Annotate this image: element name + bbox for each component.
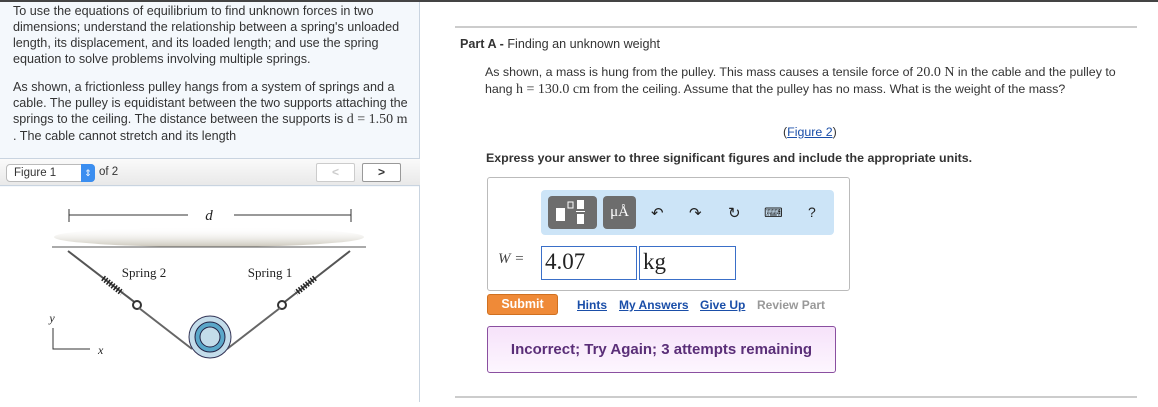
- my-answers-link[interactable]: My Answers: [619, 298, 689, 312]
- part-label: Part A -: [460, 37, 504, 51]
- d-label: d: [205, 208, 213, 224]
- answer-box: μÅ ↶ ↷ ↻ ⌨ ? W = 4.07 kg: [487, 177, 850, 291]
- help-button[interactable]: ?: [808, 204, 816, 220]
- give-up-link[interactable]: Give Up: [700, 298, 745, 312]
- axes-icon: [52, 328, 90, 350]
- y-axis-label: y: [48, 311, 55, 325]
- reset-icon[interactable]: ↻: [728, 204, 741, 222]
- cable-left: [138, 307, 193, 350]
- select-arrows-icon: ⇕: [81, 164, 95, 182]
- figure-select[interactable]: Figure 1 ⇕: [6, 164, 95, 182]
- submit-button[interactable]: Submit: [487, 294, 558, 315]
- paren-close: ): [832, 125, 837, 139]
- tension-math: 20.0 N: [916, 65, 955, 80]
- question-text: As shown, a mass is hung from the pulley…: [485, 64, 1135, 98]
- math-toolbar: μÅ ↶ ↷ ↻ ⌨ ?: [541, 190, 834, 235]
- intro-paragraph-2: As shown, a frictionless pulley hangs fr…: [13, 79, 408, 144]
- figure-image: d Spring 2 Spring 1 y x: [0, 187, 419, 404]
- distance-math: d = 1.50 m: [346, 112, 408, 127]
- ceiling: [54, 227, 364, 247]
- value-input[interactable]: 4.07: [541, 246, 637, 280]
- next-figure-button[interactable]: >: [362, 163, 401, 182]
- pulley-spring-diagram: d Spring 2 Spring 1 y x: [48, 208, 366, 359]
- instruction: Express your answer to three significant…: [486, 151, 973, 165]
- hints-link[interactable]: Hints: [577, 298, 607, 312]
- figure-select-value: Figure 1: [14, 167, 57, 179]
- figure-2-link[interactable]: Figure 2: [787, 125, 832, 139]
- intro-text: To use the equations of equilibrium to f…: [13, 3, 408, 156]
- divider-bottom: [455, 396, 1137, 398]
- units-button[interactable]: μÅ: [603, 196, 636, 229]
- part-title: Finding an unknown weight: [503, 37, 660, 51]
- figure-nav-bar: Figure 1 ⇕ of 2 < >: [0, 158, 420, 186]
- review-part-link: Review Part: [757, 298, 826, 312]
- cable-right: [226, 307, 281, 350]
- fraction-template-icon: [556, 200, 585, 224]
- figure-2-ref: (Figure 2): [783, 125, 837, 139]
- height-math: h = 130.0 cm: [516, 82, 591, 97]
- units-input[interactable]: kg: [639, 246, 736, 280]
- answer-label: W =: [498, 251, 525, 267]
- pulley-hub: [199, 326, 221, 348]
- divider-top: [455, 26, 1137, 28]
- q-text-a: As shown, a mass is hung from the pulley…: [485, 65, 917, 79]
- keyboard-icon[interactable]: ⌨: [764, 205, 783, 221]
- undo-icon[interactable]: ↶: [651, 204, 664, 222]
- part-a-heading: Part A - Finding an unknown weight: [460, 37, 660, 51]
- intro-paragraph-1: To use the equations of equilibrium to f…: [13, 4, 400, 66]
- templates-button[interactable]: [548, 196, 597, 229]
- spring-2-label: Spring 2: [122, 265, 166, 280]
- figure-count: of 2: [99, 166, 119, 178]
- q-text-c: from the ceiling. Assume that the pulley…: [590, 82, 1066, 96]
- spring-1-label: Spring 1: [248, 265, 292, 280]
- intro-text-b: . The cable cannot stretch and its lengt…: [13, 129, 237, 143]
- feedback-message: Incorrect; Try Again; 3 attempts remaini…: [487, 326, 836, 373]
- x-axis-label: x: [97, 343, 104, 357]
- redo-icon[interactable]: ↷: [689, 204, 702, 222]
- intro-panel: To use the equations of equilibrium to f…: [0, 2, 420, 404]
- prev-figure-button[interactable]: <: [316, 163, 355, 182]
